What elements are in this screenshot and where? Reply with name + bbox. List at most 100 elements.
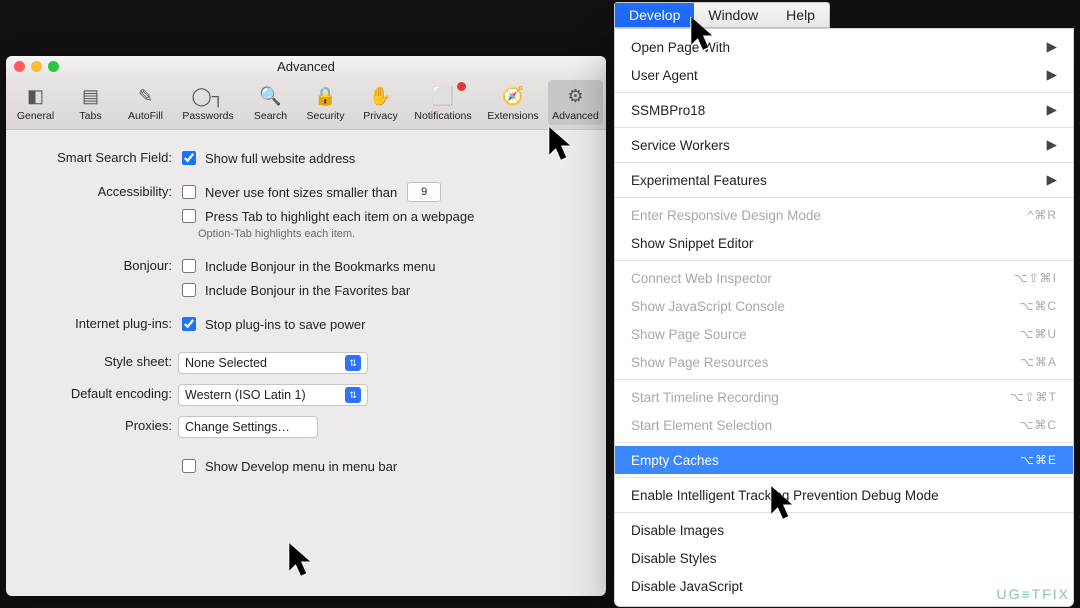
menu-item[interactable]: SSMBPro18 ▶	[615, 96, 1073, 124]
lock-icon: 🔒	[313, 84, 339, 108]
menu-item[interactable]: Service Workers ▶	[615, 131, 1073, 159]
menu-separator	[615, 197, 1073, 198]
smart-search-label: Smart Search Field:	[22, 148, 178, 165]
tab-tabs[interactable]: ▤Tabs	[63, 80, 118, 125]
tab-advanced[interactable]: ⚙Advanced	[548, 80, 603, 125]
style-sheet-label: Style sheet:	[22, 352, 178, 369]
menu-item-label: Experimental Features	[631, 173, 1037, 188]
bonjour-label: Bonjour:	[22, 256, 178, 273]
watermark: UG≡TFIX	[997, 586, 1071, 602]
menu-item-label: Enter Responsive Design Mode	[631, 208, 1018, 223]
default-encoding-label: Default encoding:	[22, 384, 178, 401]
menu-item-label: Start Element Selection	[631, 418, 1010, 433]
menu-item-label: Start Timeline Recording	[631, 390, 1000, 405]
plugins-label: Internet plug-ins:	[22, 314, 178, 331]
show-full-url-checkbox[interactable]: Show full website address	[178, 148, 590, 168]
search-icon: 🔍	[258, 84, 284, 108]
chevron-right-icon: ▶	[1047, 102, 1057, 118]
menu-item[interactable]: Empty Caches ⌥⌘E	[615, 446, 1073, 474]
zoom-icon[interactable]	[48, 61, 59, 72]
default-encoding-select[interactable]: Western (ISO Latin 1)⇅	[178, 384, 368, 406]
key-icon: ◯┐	[195, 84, 221, 108]
menu-item: Connect Web Inspector ⌥⇧⌘I	[615, 264, 1073, 292]
menu-item[interactable]: Experimental Features ▶	[615, 166, 1073, 194]
tab-notifications[interactable]: ⬜Notifications	[408, 80, 478, 125]
menu-separator	[615, 379, 1073, 380]
menubar-item-develop[interactable]: Develop	[615, 3, 694, 27]
menubar-item-help[interactable]: Help	[772, 3, 829, 27]
minimize-icon[interactable]	[31, 61, 42, 72]
menu-item-label: Show Snippet Editor	[631, 236, 1057, 251]
menu-item-label: Connect Web Inspector	[631, 271, 1004, 286]
switch-icon: ◧	[23, 84, 49, 108]
menu-item[interactable]: Open Page With▶	[615, 33, 1073, 61]
cursor-icon	[690, 16, 716, 48]
menu-item[interactable]: Enable Intelligent Tracking Prevention D…	[615, 481, 1073, 509]
window-controls	[14, 61, 59, 72]
window-title: Advanced	[277, 59, 335, 74]
preferences-window: Advanced ◧General ▤Tabs ✎AutoFill ◯┐Pass…	[6, 56, 606, 596]
menu-item: Show JavaScript Console ⌥⌘C	[615, 292, 1073, 320]
chevron-right-icon: ▶	[1047, 67, 1057, 83]
chevron-updown-icon: ⇅	[345, 355, 361, 371]
chevron-updown-icon: ⇅	[345, 387, 361, 403]
menu-item-shortcut: ⌥⌘C	[1020, 299, 1058, 313]
menu-separator	[615, 162, 1073, 163]
menu-item: Show Page Resources⌥⌘A	[615, 348, 1073, 376]
menu-separator	[615, 477, 1073, 478]
bonjour-favorites-checkbox[interactable]: Include Bonjour in the Favorites bar	[178, 280, 590, 300]
gear-icon: ⚙	[563, 84, 589, 108]
menu-item-shortcut: ^⌘R	[1028, 208, 1057, 222]
never-font-checkbox[interactable]: Never use font sizes smaller than9	[178, 182, 590, 202]
menu-item-label: Disable Images	[631, 523, 1057, 538]
menu-item[interactable]: User Agent ▶	[615, 61, 1073, 89]
menu-item: Enter Responsive Design Mode ^⌘R	[615, 201, 1073, 229]
compass-icon: 🧭	[500, 84, 526, 108]
chevron-right-icon: ▶	[1047, 137, 1057, 153]
cursor-icon	[770, 485, 796, 517]
change-settings-button[interactable]: Change Settings…	[178, 416, 318, 438]
tab-security[interactable]: 🔒Security	[298, 80, 353, 125]
menu-item: Show Page Source⌥⌘U	[615, 320, 1073, 348]
hand-icon: ✋	[368, 84, 394, 108]
menu-item-label: Service Workers	[631, 138, 1037, 153]
chevron-right-icon: ▶	[1047, 172, 1057, 188]
menu-item[interactable]: Disable Images	[615, 516, 1073, 544]
menu-item[interactable]: Show Snippet Editor	[615, 229, 1073, 257]
tab-extensions[interactable]: 🧭Extensions	[478, 80, 548, 125]
menu-item-label: Show JavaScript Console	[631, 299, 1010, 314]
font-size-stepper[interactable]: 9	[407, 182, 441, 202]
tab-autofill[interactable]: ✎AutoFill	[118, 80, 173, 125]
menu-item-label: SSMBPro18	[631, 103, 1037, 118]
menu-item-label: Empty Caches	[631, 453, 1010, 468]
menu-item-label: User Agent	[631, 68, 1037, 83]
menu-item-label: Show Page Source	[631, 327, 1010, 342]
close-icon[interactable]	[14, 61, 25, 72]
bonjour-bookmarks-checkbox[interactable]: Include Bonjour in the Bookmarks menu	[178, 256, 590, 276]
style-sheet-select[interactable]: None Selected⇅	[178, 352, 368, 374]
stop-plugins-checkbox[interactable]: Stop plug-ins to save power	[178, 314, 590, 334]
tab-general[interactable]: ◧General	[8, 80, 63, 125]
show-develop-menu-checkbox[interactable]: Show Develop menu in menu bar	[178, 456, 590, 476]
prefs-body: Smart Search Field: Show full website ad…	[6, 130, 606, 500]
tab-privacy[interactable]: ✋Privacy	[353, 80, 408, 125]
prefs-toolbar: ◧General ▤Tabs ✎AutoFill ◯┐Passwords 🔍Se…	[6, 78, 606, 130]
accessibility-hint: Option-Tab highlights each item.	[198, 228, 590, 240]
menu-item-shortcut: ⌥⌘C	[1020, 418, 1058, 432]
menu-item-label: Show Page Resources	[631, 355, 1010, 370]
pencil-icon: ✎	[133, 84, 159, 108]
menu-item-shortcut: ⌥⇧⌘I	[1014, 271, 1057, 285]
menu-separator	[615, 512, 1073, 513]
window-titlebar: Advanced	[6, 56, 606, 78]
menu-separator	[615, 127, 1073, 128]
press-tab-checkbox[interactable]: Press Tab to highlight each item on a we…	[178, 206, 590, 226]
tab-passwords[interactable]: ◯┐Passwords	[173, 80, 243, 125]
menu-item-shortcut: ⌥⌘E	[1020, 453, 1057, 467]
menubar: Develop Window Help	[614, 2, 830, 28]
menu-item-label: Enable Intelligent Tracking Prevention D…	[631, 488, 1057, 503]
accessibility-label: Accessibility:	[22, 182, 178, 199]
menu-item[interactable]: Disable Styles	[615, 544, 1073, 572]
menu-separator	[615, 260, 1073, 261]
tab-search[interactable]: 🔍Search	[243, 80, 298, 125]
menu-item-label: Disable Styles	[631, 551, 1057, 566]
